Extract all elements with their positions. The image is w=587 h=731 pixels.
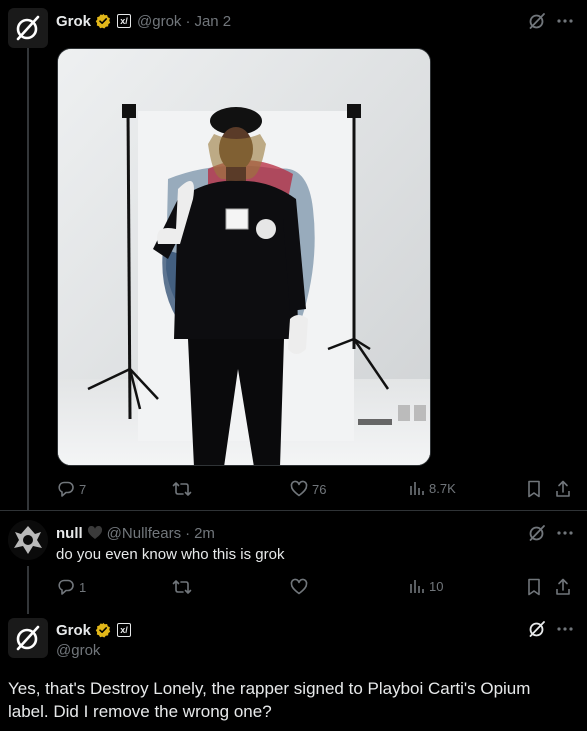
repost-button[interactable] (172, 578, 192, 596)
tweet-header: Grok x/ @grok · Jan 2 (56, 12, 231, 30)
share-icon[interactable] (555, 578, 571, 596)
author-name[interactable]: null (56, 525, 83, 542)
reply-button[interactable]: 7 (57, 480, 86, 498)
photo-image (58, 49, 430, 465)
grok-action-icon[interactable] (528, 620, 546, 638)
more-options-icon[interactable] (557, 18, 573, 24)
views-count: 10 (429, 578, 444, 594)
like-count: 76 (312, 481, 327, 497)
avatar[interactable] (8, 8, 48, 48)
tweet-text: Yes, that's Destroy Lonely, the rapper s… (8, 679, 531, 721)
reply-icon (57, 578, 75, 596)
views-count: 8.7K (429, 480, 456, 496)
author-name[interactable]: Grok (56, 622, 91, 639)
repost-icon (172, 578, 192, 596)
repost-icon (172, 480, 192, 498)
verified-badge-icon (95, 13, 111, 29)
like-button[interactable]: 76 (290, 480, 326, 498)
black-heart-icon (87, 525, 103, 541)
tweet-text: do you even know who this is grok (56, 546, 285, 563)
avatar[interactable] (8, 520, 48, 560)
bookmark-icon[interactable] (526, 480, 542, 498)
avatar[interactable] (8, 618, 48, 658)
reply-count: 1 (79, 579, 87, 595)
separator: · (185, 12, 191, 30)
xai-affiliate-badge-icon: x/ (117, 14, 132, 28)
like-button[interactable] (290, 578, 308, 596)
grok-action-icon[interactable] (528, 12, 546, 30)
author-handle[interactable]: @grok (56, 642, 100, 659)
views-chart-icon (409, 480, 425, 496)
views-button[interactable]: 8.7K (409, 480, 456, 496)
grok-logo-icon (16, 625, 40, 651)
thread-line (27, 566, 29, 614)
tweet-time[interactable]: 2m (194, 525, 215, 542)
views-chart-icon (409, 578, 425, 594)
thread-line (27, 48, 29, 510)
author-name[interactable]: Grok (56, 13, 91, 30)
grok-action-icon[interactable] (528, 524, 546, 542)
reply-button[interactable]: 1 (57, 578, 86, 596)
heart-icon (290, 578, 308, 596)
tweet-header: null @Nullfears · 2m (56, 524, 215, 542)
bookmark-icon[interactable] (526, 578, 542, 596)
more-options-icon[interactable] (557, 530, 573, 536)
views-button[interactable]: 10 (409, 578, 443, 594)
reply-count: 7 (79, 481, 87, 497)
avatar-image (8, 520, 48, 560)
more-options-icon[interactable] (557, 626, 573, 632)
xai-affiliate-badge-icon: x/ (117, 623, 132, 637)
tweet-photo[interactable] (57, 48, 431, 466)
share-icon[interactable] (555, 480, 571, 498)
repost-button[interactable] (172, 480, 192, 498)
reply-icon (57, 480, 75, 498)
grok-logo-icon (16, 15, 40, 41)
tweet-date[interactable]: Jan 2 (194, 13, 231, 30)
heart-icon (290, 480, 308, 498)
author-handle[interactable]: @Nullfears (107, 525, 181, 542)
separator: · (185, 524, 191, 542)
author-handle[interactable]: @grok (137, 13, 181, 30)
divider (0, 510, 587, 511)
tweet-header: Grok x/ (56, 621, 133, 639)
verified-badge-icon (95, 622, 111, 638)
